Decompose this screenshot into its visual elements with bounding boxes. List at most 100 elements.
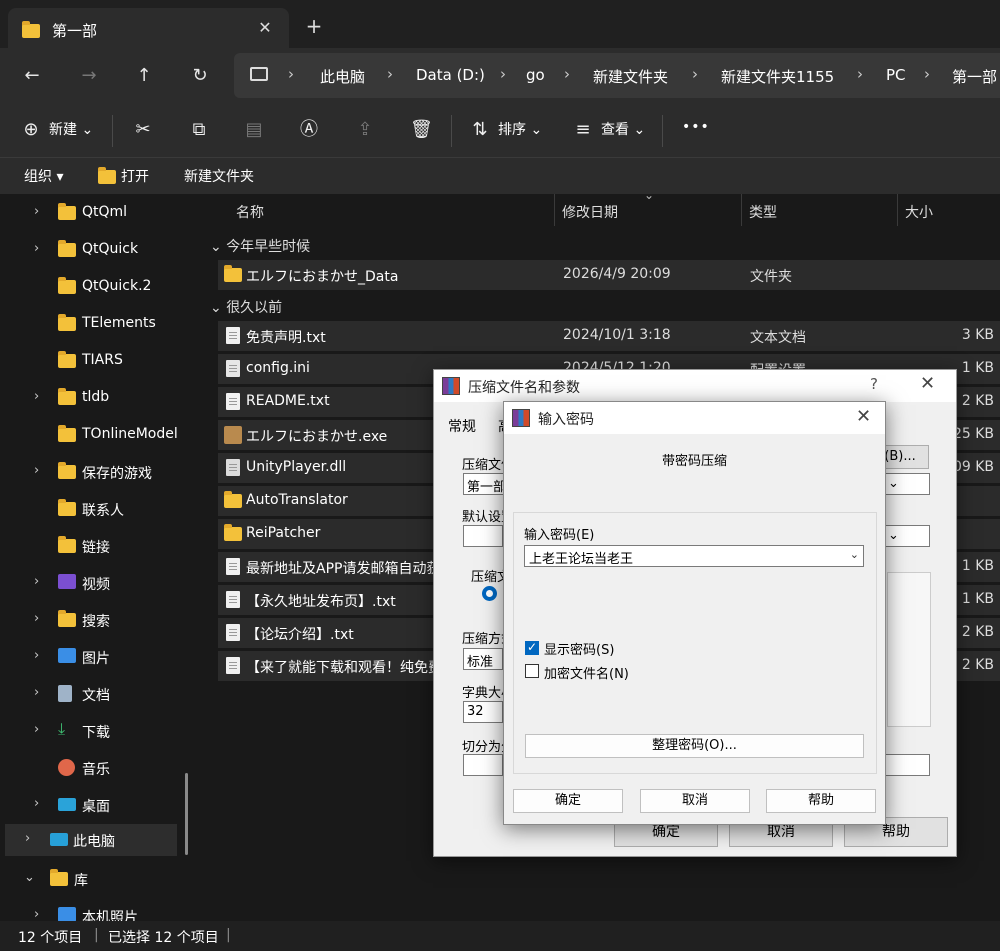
chevron-right-icon[interactable]: › [34,241,39,256]
dialog-titlebar[interactable]: 压缩文件名和参数 ? ✕ [434,370,956,402]
chevron-right-icon[interactable]: › [34,463,39,478]
sidebar-scrollbar[interactable] [185,773,188,855]
tab-active[interactable]: 第一部 ✕ [8,8,289,53]
chevron-right-icon[interactable]: › [25,831,30,846]
sidebar-item-qtqml[interactable]: › QtQml [0,197,190,229]
encrypt-filenames-label[interactable]: 加密文件名(N) [544,663,629,682]
sidebar-item-downloads[interactable]: › ⤓ 下载 [0,715,190,747]
chevron-right-icon[interactable]: › [34,389,39,404]
sidebar-item-qtquick2[interactable]: QtQuick.2 [0,271,190,303]
breadcrumb-current[interactable]: 第一部 [952,66,997,87]
chevron-right-icon[interactable]: › [34,685,39,700]
chevron-right-icon[interactable]: › [34,204,39,219]
breadcrumb-new-folder-1155[interactable]: 新建文件夹1155 [721,66,834,87]
sidebar-item-pictures[interactable]: › 图片 [0,641,190,673]
new-tab-button[interactable]: + [302,14,326,38]
column-size[interactable]: 大小 [905,202,933,222]
compression-method-dropdown[interactable]: 标准 [463,648,503,670]
sidebar-item-links[interactable]: 链接 [0,530,190,562]
sidebar-item-camera-roll[interactable]: › 本机照片 [0,900,190,921]
chevron-right-icon[interactable]: › [34,574,39,589]
sidebar-item-telements[interactable]: TElements [0,308,190,340]
group-header-recent[interactable]: ⌄ 今年早些时候 [210,236,310,256]
split-volumes-field[interactable] [463,754,503,776]
cut-icon[interactable]: ✂ [132,119,154,141]
chevron-right-icon[interactable]: › [34,796,39,811]
close-tab-icon[interactable]: ✕ [254,17,276,39]
close-icon[interactable]: ✕ [856,406,871,427]
encrypt-filenames-checkbox[interactable] [525,664,539,678]
sidebar-item-saved-games[interactable]: › 保存的游戏 [0,456,190,488]
dialog-titlebar[interactable]: 输入密码 ✕ [504,402,885,434]
breadcrumb-drive[interactable]: Data (D:) [416,66,485,84]
chevron-right-icon[interactable]: › [34,611,39,626]
chevron-right-icon: › [857,65,863,83]
options-dropdown[interactable]: ⌄ [884,525,930,547]
profiles-button[interactable] [463,525,503,547]
organize-passwords-button[interactable]: 整理密码(O)... [525,734,864,758]
cancel-button[interactable]: 取消 [640,789,750,813]
group-header-old[interactable]: ⌄ 很久以前 [210,297,282,317]
show-password-label[interactable]: 显示密码(S) [544,639,614,658]
new-folder-button[interactable]: 新建文件夹 [184,166,254,186]
sort-button[interactable]: 排序 ⌄ [498,119,542,139]
view-button[interactable]: 查看 ⌄ [601,119,645,139]
help-icon[interactable]: ? [870,375,878,393]
navigation-bar: ← → ↑ ↻ › 此电脑 › Data (D:) › go › 新建文件夹 ›… [0,48,1000,103]
chevron-right-icon[interactable]: › [34,722,39,737]
sidebar-item-music[interactable]: 音乐 [0,752,190,784]
copy-icon[interactable]: ⧉ [188,119,210,141]
tab-general[interactable]: 常规 [448,416,476,436]
column-date[interactable]: 修改日期 [562,202,618,222]
forward-button[interactable]: → [77,64,101,88]
password-input[interactable]: 上老王论坛当老王 ⌄ [524,545,864,567]
rar-radio[interactable] [482,586,497,601]
update-mode-dropdown[interactable]: ⌄ [884,473,930,495]
ok-button[interactable]: 确定 [513,789,623,813]
sidebar-item-this-pc[interactable]: › 此电脑 [5,824,177,856]
sidebar-item-videos[interactable]: › 视频 [0,567,190,599]
paste-icon[interactable]: ▤ [243,119,265,141]
sidebar-item-search[interactable]: › 搜索 [0,604,190,636]
sidebar-item-label: 桌面 [82,799,110,815]
breadcrumb-this-pc[interactable]: 此电脑 [320,66,365,87]
refresh-button[interactable]: ↻ [188,64,212,88]
table-row[interactable]: エルフにおまかせ_Data 2026/4/9 20:09 文件夹 [218,260,1000,290]
back-button[interactable]: ← [20,64,44,88]
breadcrumb-new-folder[interactable]: 新建文件夹 [593,66,668,87]
sidebar-item-label: QtQuick [82,241,139,257]
show-password-checkbox[interactable] [525,640,539,655]
chevron-right-icon[interactable]: › [34,648,39,663]
delete-icon[interactable]: 🗑 [410,119,433,141]
sidebar-item-label: 音乐 [82,762,110,778]
password-field-partial[interactable] [884,754,930,776]
up-button[interactable]: ↑ [132,64,156,88]
table-row[interactable]: 免责声明.txt 2024/10/1 3:18 文本文档 3 KB [218,321,1000,351]
rename-icon[interactable]: Ⓐ [298,119,320,141]
help-button[interactable]: 帮助 [766,789,876,813]
dictionary-size-dropdown[interactable]: 32 [463,701,503,723]
close-icon[interactable]: ✕ [920,373,935,394]
chevron-down-icon[interactable]: ⌄ [850,548,859,561]
column-type[interactable]: 类型 [749,202,777,222]
sidebar-item-contacts[interactable]: 联系人 [0,493,190,525]
column-name[interactable]: 名称 [236,202,264,222]
chevron-down-icon[interactable]: ⌄ [24,870,35,885]
text-file-icon [224,327,242,345]
open-button[interactable]: 打开 [121,166,149,186]
breadcrumb-go[interactable]: go [526,66,545,84]
sidebar-item-libraries[interactable]: ⌄ 库 [0,863,190,895]
sidebar-item-tonlinemodel[interactable]: TOnlineModel [0,419,190,451]
sidebar-item-tldb[interactable]: › tldb [0,382,190,414]
more-options-button[interactable]: ••• [682,119,710,135]
sidebar-item-tiars[interactable]: TIARS [0,345,190,377]
organize-menu[interactable]: 组织 ▾ [24,166,63,186]
chevron-right-icon[interactable]: › [34,907,39,921]
sidebar-item-documents[interactable]: › 文档 [0,678,190,710]
share-icon[interactable]: ⇪ [354,119,376,141]
new-button[interactable]: 新建 ⌄ [49,119,93,139]
breadcrumb-pc[interactable]: PC [886,66,906,84]
sidebar-item-qtquick[interactable]: › QtQuick [0,234,190,266]
address-bar[interactable]: › 此电脑 › Data (D:) › go › 新建文件夹 › 新建文件夹11… [234,53,1000,98]
sidebar-item-desktop[interactable]: › 桌面 [0,789,190,821]
